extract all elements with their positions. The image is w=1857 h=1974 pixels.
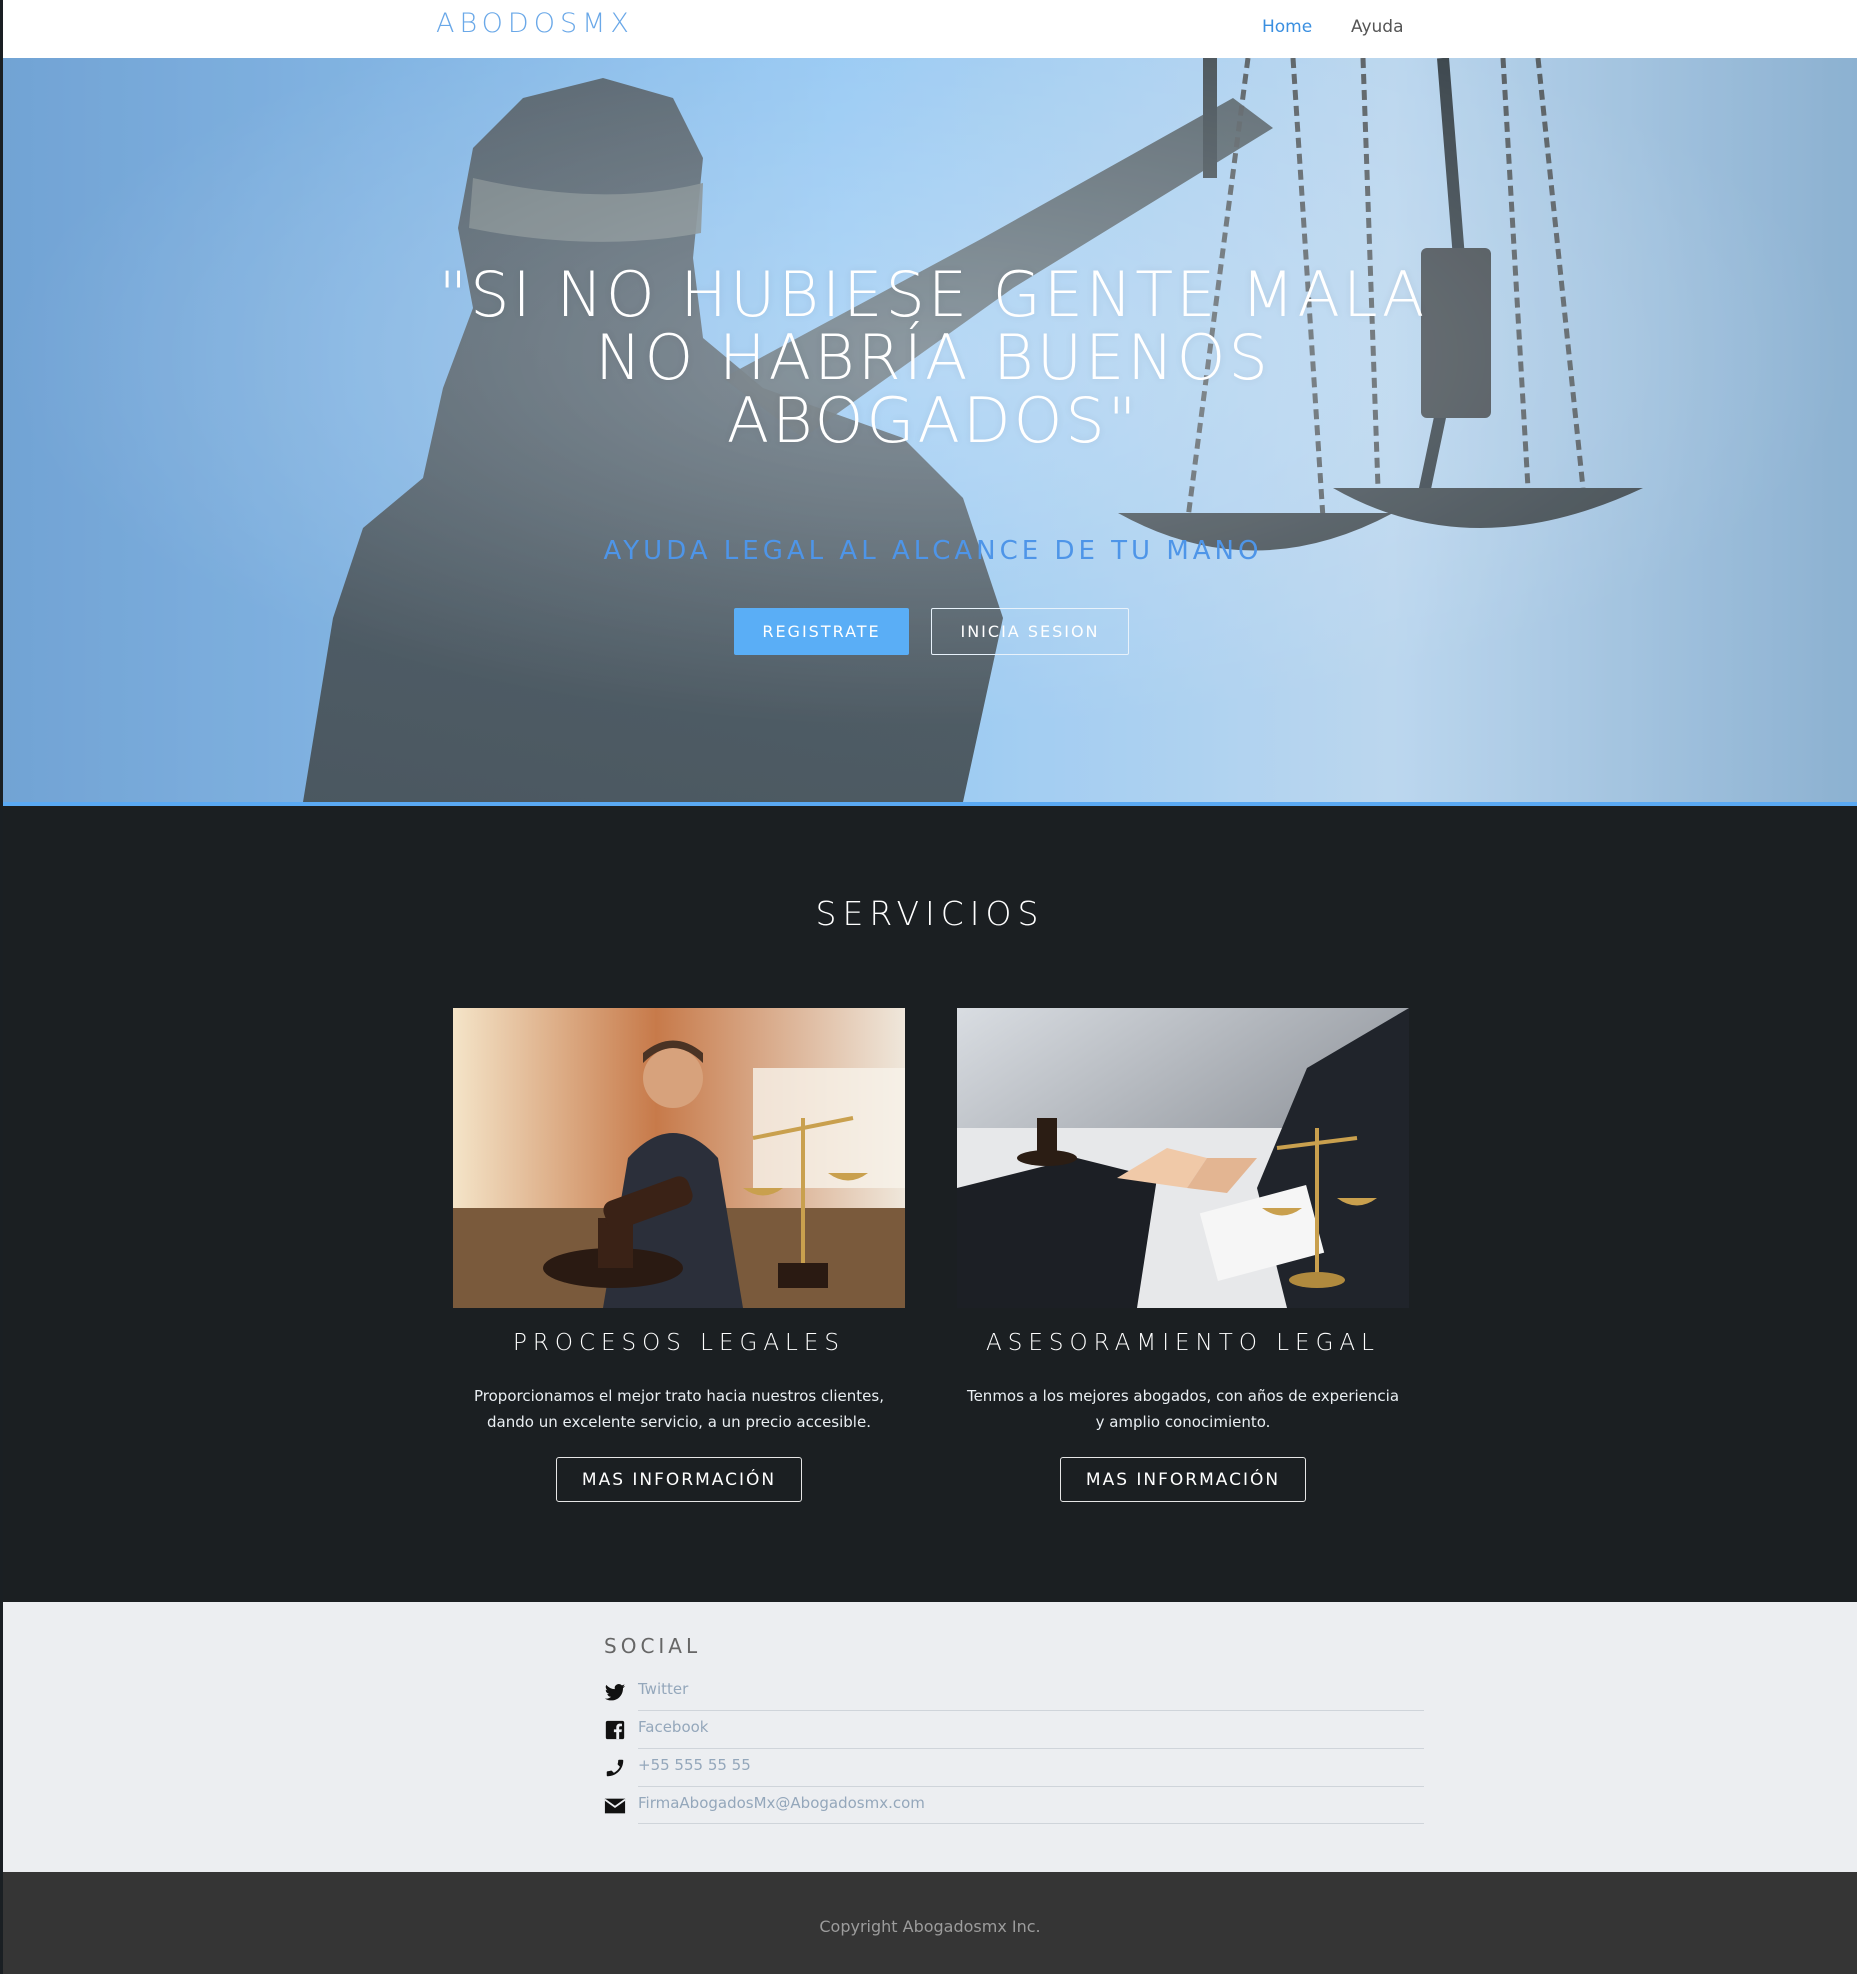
social-label: Facebook [638,1718,709,1736]
facebook-icon [605,1720,625,1740]
more-info-button-procesos[interactable]: MAS INFORMACIÓN [556,1457,802,1502]
lawyer-gavel-image [453,1008,905,1308]
divider [638,1748,1424,1749]
social-item-facebook[interactable]: Facebook [604,1710,1424,1748]
window-left-edge [0,0,3,1974]
footer: Copyright Abogadosmx Inc. [3,1872,1857,1974]
hero-quote-line-3: ABOGADOS" [726,384,1140,457]
hero-quote-line-2: NO HABRÍA BUENOS [595,321,1271,394]
phone-icon [606,1759,624,1777]
hero-quote-line-1: "SI NO HUBIESE GENTE MALA [438,258,1428,331]
divider [638,1710,1424,1711]
nav-link-home[interactable]: Home [1262,17,1312,37]
mail-icon [604,1798,626,1814]
service-card-description: Tenmos a los mejores abogados, con años … [966,1387,1400,1431]
navbar: ABODOSMX Home Ayuda [0,0,1857,58]
login-button[interactable]: INICIA SESION [931,608,1129,655]
handshake-scales-image [957,1008,1409,1308]
hero-section: "SI NO HUBIESE GENTE MALA NO HABRÍA BUEN… [3,58,1857,802]
services-title: SERVICIOS [815,894,1045,933]
brand-logo[interactable]: ABODOSMX [436,8,634,39]
social-title: SOCIAL [604,1634,702,1658]
service-card-title: ASESORAMIENTO LEGAL [986,1330,1380,1356]
twitter-icon [604,1684,626,1701]
service-card-description: Proporcionamos el mejor trato hacia nues… [474,1387,884,1431]
social-label: +55 555 55 55 [638,1756,751,1774]
social-list: Twitter Facebook +55 555 55 55 FirmaAbog… [604,1672,1424,1824]
more-info-button-asesoramiento[interactable]: MAS INFORMACIÓN [1060,1457,1306,1502]
social-item-twitter[interactable]: Twitter [604,1672,1424,1710]
social-section: SOCIAL Twitter Facebook +55 555 55 55 Fi… [3,1602,1857,1872]
divider [638,1823,1424,1824]
hero-subtitle: AYUDA LEGAL AL ALCANCE DE TU MANO [603,536,1263,566]
hero-quote: "SI NO HUBIESE GENTE MALA NO HABRÍA BUEN… [383,263,1483,452]
social-label: FirmaAbogadosMx@Abogadosmx.com [638,1794,925,1812]
register-button[interactable]: REGISTRATE [734,608,909,655]
social-item-phone[interactable]: +55 555 55 55 [604,1748,1424,1786]
copyright-text: Copyright Abogadosmx Inc. [819,1917,1041,1936]
service-card-title: PROCESOS LEGALES [512,1330,845,1356]
social-label: Twitter [638,1680,689,1698]
divider [638,1786,1424,1787]
nav-link-ayuda[interactable]: Ayuda [1351,17,1404,37]
service-card-procesos-legales: PROCESOS LEGALES Proporcionamos el mejor… [453,1008,905,1502]
service-card-asesoramiento-legal: ASESORAMIENTO LEGAL Tenmos a los mejores… [957,1008,1409,1502]
services-section: SERVICIOS PROCESOS LEGALES Proporcionamo… [3,806,1857,1602]
social-item-email[interactable]: FirmaAbogadosMx@Abogadosmx.com [604,1786,1424,1824]
